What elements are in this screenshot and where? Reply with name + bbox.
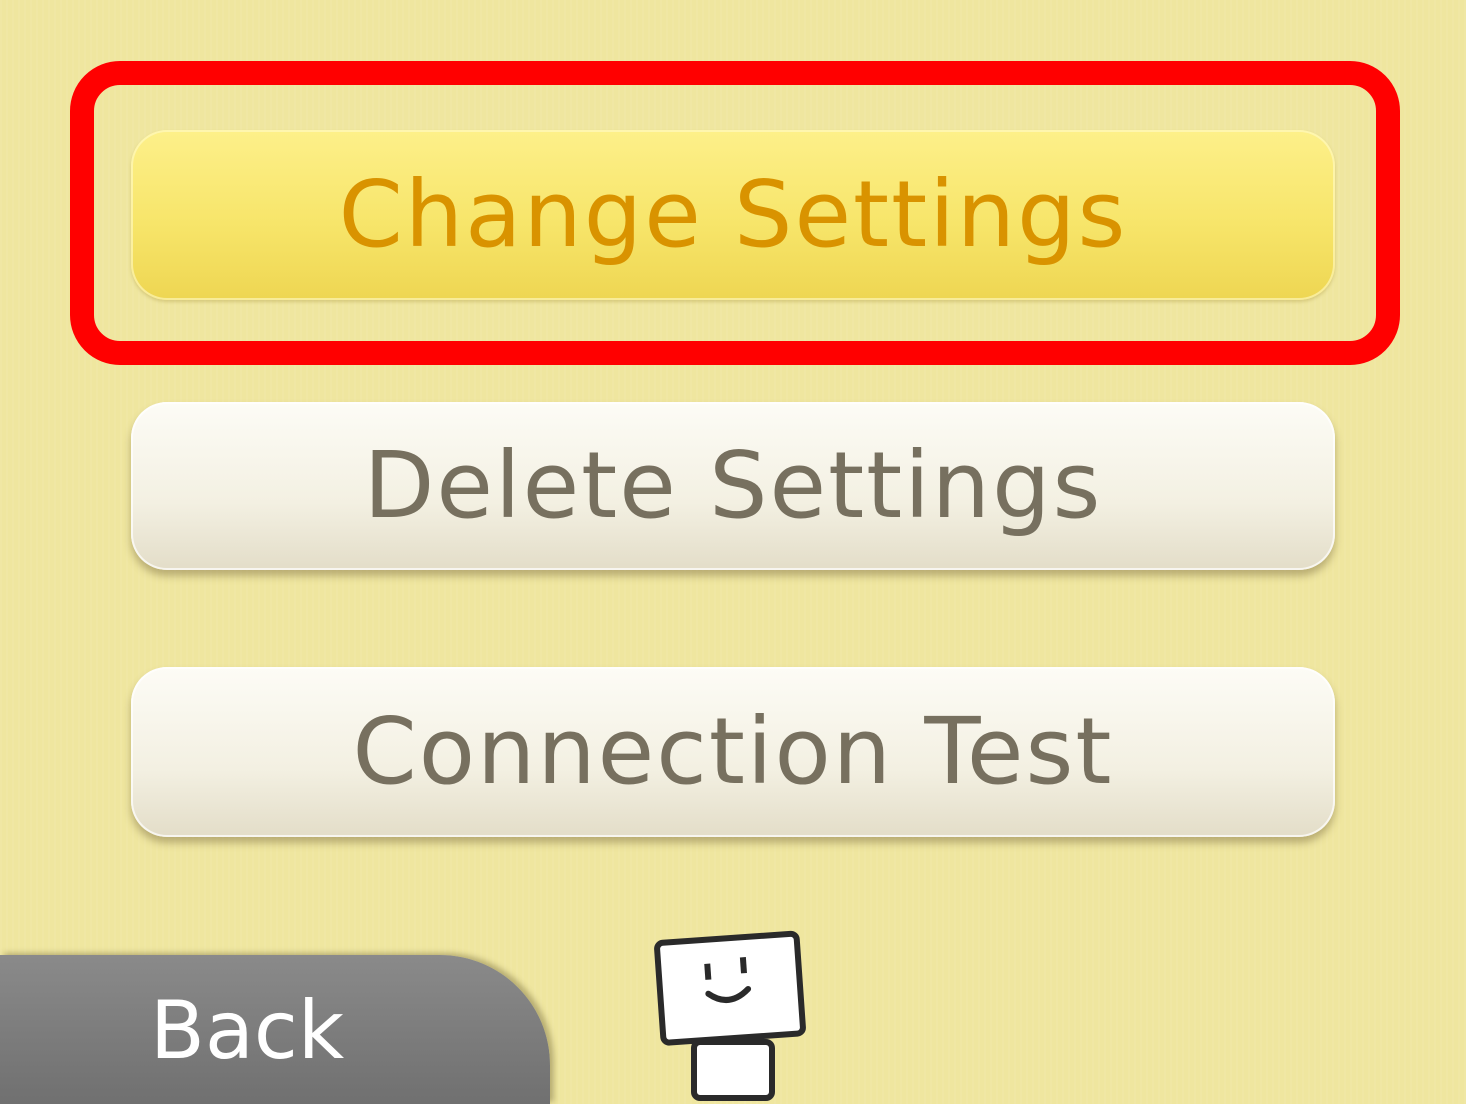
smiling-block-mascot-icon: [654, 930, 806, 1101]
connection-test-button[interactable]: Connection Test: [131, 667, 1335, 837]
back-button[interactable]: Back: [0, 955, 550, 1104]
connection-test-label: Connection Test: [352, 698, 1114, 805]
delete-settings-label: Delete Settings: [363, 432, 1103, 539]
change-settings-label: Change Settings: [338, 161, 1128, 268]
back-label: Back: [150, 983, 345, 1077]
change-settings-button[interactable]: Change Settings: [131, 130, 1335, 300]
network-settings-screen: Change Settings Delete Settings Connecti…: [0, 0, 1466, 1104]
delete-settings-button[interactable]: Delete Settings: [131, 402, 1335, 570]
